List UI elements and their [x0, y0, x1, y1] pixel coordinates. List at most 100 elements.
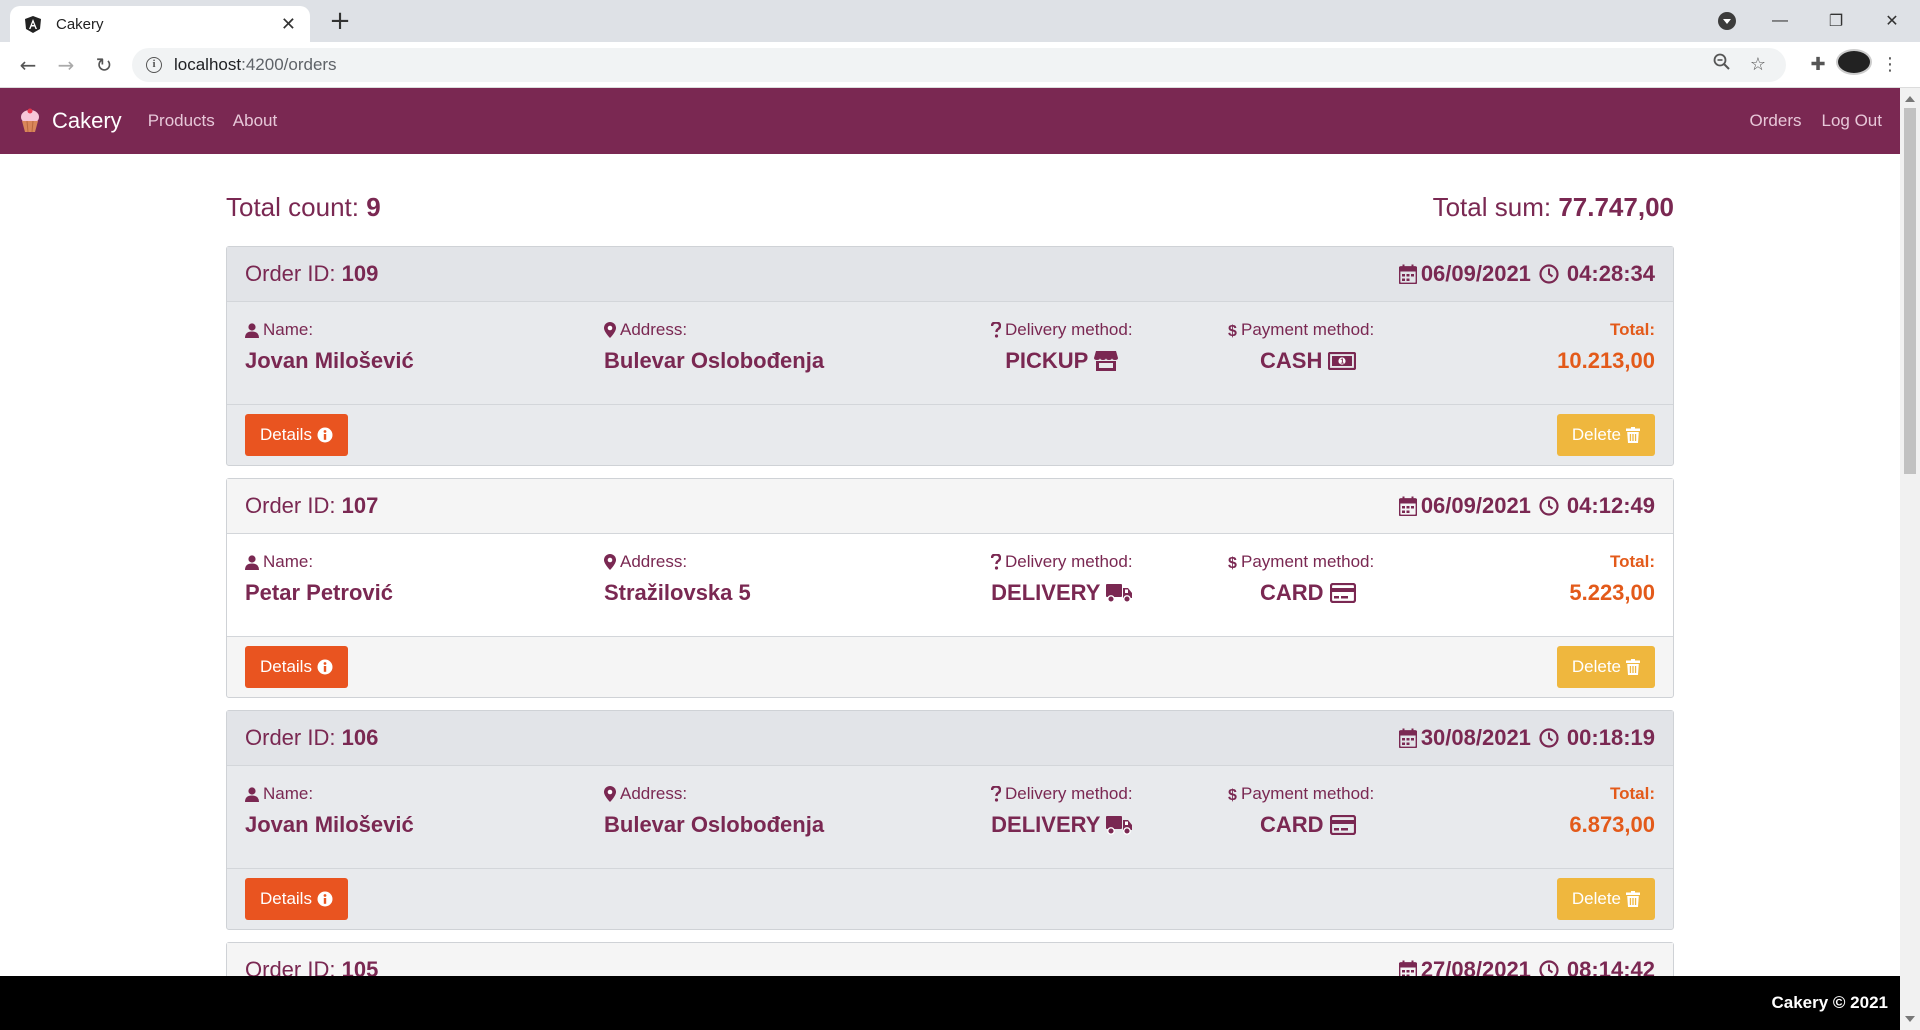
reload-icon[interactable]: ↻	[88, 53, 120, 77]
order-datetime: 30/08/2021 00:18:19	[1398, 725, 1655, 751]
page-scrollbar[interactable]	[1900, 88, 1920, 1030]
delivery-method-label: Delivery method:	[1005, 784, 1133, 803]
order-card-header: Order ID: 109 06/09/2021 04:28:34	[227, 247, 1673, 302]
browser-tab-bar: Cakery ✕ + — ❐ ✕	[0, 0, 1920, 42]
profile-avatar[interactable]	[1836, 49, 1872, 80]
close-tab-icon[interactable]: ✕	[281, 14, 296, 35]
customer-address-value: Bulevar Oslobođenja	[604, 812, 825, 837]
customer-name-value: Jovan Milošević	[245, 348, 414, 373]
customer-address-value-row: Bulevar Oslobođenja	[604, 812, 824, 838]
customer-name-label-row: Name:	[245, 320, 414, 340]
nav-about[interactable]: About	[233, 111, 277, 131]
delivery-method-value: PICKUP	[1005, 348, 1089, 373]
payment-method-label: Payment method:	[1241, 784, 1375, 803]
dollar-icon: $	[1228, 554, 1241, 570]
customer-name-value-row: Petar Petrović	[245, 580, 393, 606]
map-marker-icon	[604, 786, 620, 802]
delete-button[interactable]: Delete	[1556, 646, 1655, 688]
extensions-icon[interactable]: ✚	[1800, 54, 1836, 75]
tab-title: Cakery	[56, 15, 104, 33]
details-button[interactable]: Details	[245, 646, 348, 688]
delivery-method-label: Delivery method:	[1005, 552, 1133, 571]
user-icon	[245, 554, 263, 570]
info-circle-icon	[312, 427, 333, 443]
delivery-method-label-row: Delivery method:	[991, 320, 1133, 340]
order-card-header: Order ID: 107 06/09/2021 04:12:49	[227, 479, 1673, 534]
question-icon	[991, 554, 1005, 570]
order-id-value: 107	[341, 493, 379, 518]
calendar-icon	[1398, 728, 1421, 748]
total-count-label: Total count:	[226, 192, 359, 222]
zoom-icon[interactable]	[1708, 53, 1736, 76]
back-icon[interactable]: ←	[12, 53, 44, 77]
order-total-label-row: Total:	[1569, 784, 1655, 804]
nav-orders[interactable]: Orders	[1750, 111, 1802, 131]
customer-address-value-row: Stražilovska 5	[604, 580, 751, 606]
delivery-method-label: Delivery method:	[1005, 320, 1133, 339]
scrollbar-thumb[interactable]	[1904, 108, 1916, 474]
order-total-label: Total:	[1609, 784, 1655, 803]
brand-name: Cakery	[52, 108, 122, 133]
order-date: 30/08/2021	[1420, 725, 1531, 750]
browser-tab[interactable]: Cakery ✕	[10, 6, 310, 42]
order-total-label-row: Total:	[1557, 320, 1655, 340]
payment-method-value-row: CARD	[1228, 580, 1374, 606]
order-time: 00:18:19	[1566, 725, 1655, 750]
customer-address-label-row: Address:	[604, 552, 751, 572]
order-card: Order ID: 105 27/08/2021 08:14:42	[226, 942, 1674, 976]
details-button[interactable]: Details	[245, 414, 348, 456]
url-bar[interactable]: i localhost:4200/orders ☆	[132, 47, 1786, 82]
order-card-footer: Details Delete	[227, 637, 1673, 697]
credit-card-icon	[1324, 815, 1356, 835]
payment-method-field: $ Payment method: CARD	[1228, 784, 1374, 838]
nav-products[interactable]: Products	[148, 111, 215, 131]
site-info-icon[interactable]: i	[146, 56, 162, 73]
restore-icon[interactable]: ❐	[1808, 11, 1864, 31]
total-count-value: 9	[366, 192, 381, 222]
delivery-method-value-row: DELIVERY	[991, 812, 1133, 838]
details-button-label: Details	[260, 425, 312, 444]
tab-search-icon[interactable]	[1718, 12, 1736, 30]
order-total-label: Total:	[1609, 552, 1655, 571]
window-close-icon[interactable]: ✕	[1864, 11, 1920, 31]
delete-button[interactable]: Delete	[1556, 878, 1655, 920]
menu-dots-icon[interactable]: ⋮	[1872, 54, 1908, 75]
order-id-value: 105	[341, 957, 379, 976]
customer-address-field: Address: Bulevar Oslobođenja	[604, 320, 824, 374]
details-button[interactable]: Details	[245, 878, 348, 920]
delete-button-label: Delete	[1571, 425, 1621, 444]
order-id-label: Order ID:	[245, 493, 336, 518]
orders-summary: Total count: 9 Total sum: 77.747,00	[226, 154, 1674, 246]
delete-button[interactable]: Delete	[1556, 414, 1655, 456]
trash-icon	[1621, 891, 1640, 907]
calendar-icon	[1398, 264, 1421, 284]
delivery-method-label-row: Delivery method:	[991, 552, 1133, 572]
payment-method-label-row: $ Payment method:	[1228, 320, 1374, 340]
new-tab-button[interactable]: +	[325, 6, 355, 36]
customer-address-field: Address: Bulevar Oslobođenja	[604, 784, 824, 838]
order-datetime: 06/09/2021 04:12:49	[1398, 493, 1655, 519]
forward-icon[interactable]: →	[50, 53, 82, 77]
brand[interactable]: Cakery	[18, 108, 122, 134]
customer-name-label: Name:	[263, 552, 314, 571]
clock-icon	[1539, 728, 1563, 748]
question-icon	[991, 322, 1005, 338]
order-total-label-row: Total:	[1569, 552, 1655, 572]
order-id: Order ID: 106	[245, 725, 378, 751]
order-id: Order ID: 109	[245, 261, 378, 287]
nav-logout[interactable]: Log Out	[1822, 111, 1883, 131]
order-total-value: 10.213,00	[1557, 348, 1655, 373]
minimize-icon[interactable]: —	[1752, 12, 1808, 30]
bookmark-star-icon[interactable]: ☆	[1744, 54, 1772, 75]
order-time: 04:12:49	[1566, 493, 1655, 518]
scroll-down-icon[interactable]	[1905, 1016, 1915, 1022]
clock-icon	[1539, 960, 1563, 976]
customer-name-field: Name: Petar Petrović	[245, 552, 393, 606]
order-id-label: Order ID:	[245, 725, 336, 750]
url-text[interactable]: localhost:4200/orders	[174, 55, 1700, 75]
scroll-up-icon[interactable]	[1905, 96, 1915, 102]
order-total-label: Total:	[1609, 320, 1655, 339]
order-card: Order ID: 109 06/09/2021 04:28:34 Name: Jova…	[226, 246, 1674, 466]
svg-text:$: $	[1228, 555, 1237, 570]
delete-button-label: Delete	[1571, 657, 1621, 676]
